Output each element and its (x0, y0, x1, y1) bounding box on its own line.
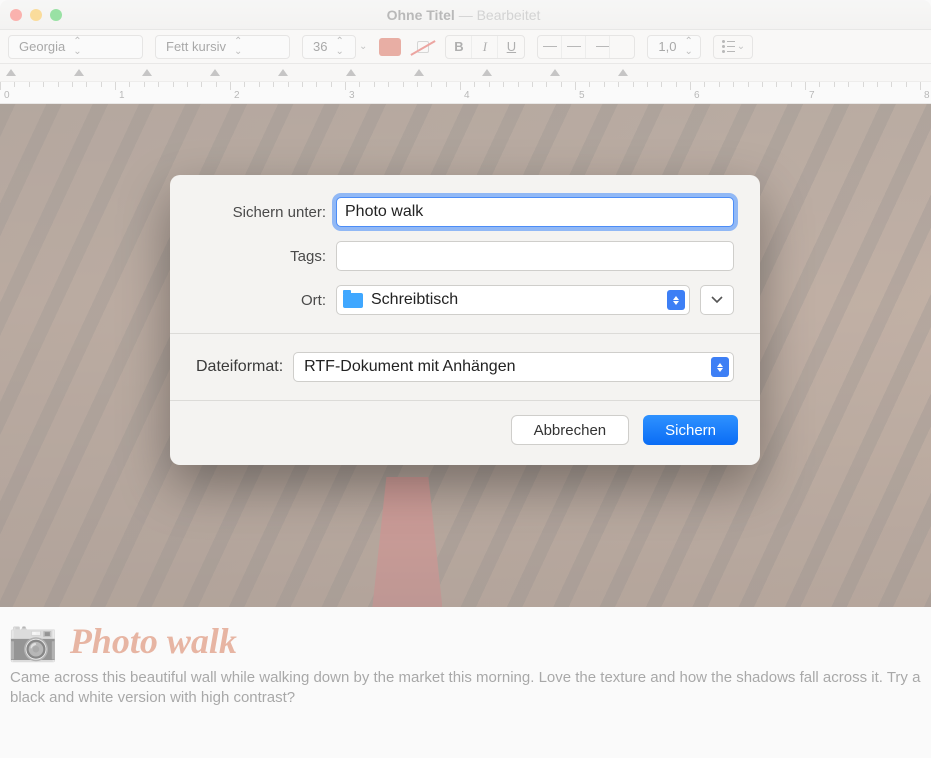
tags-input[interactable] (336, 241, 734, 271)
file-format-label: Dateiformat: (196, 358, 283, 376)
save-button[interactable]: Sichern (643, 415, 738, 445)
location-select[interactable]: Schreibtisch (336, 285, 690, 315)
chevron-down-icon (711, 296, 723, 304)
save-dialog: Sichern unter: Tags: Ort: Schreibtisch D… (170, 175, 760, 465)
expand-dialog-button[interactable] (700, 285, 734, 315)
location-label: Ort: (196, 292, 326, 309)
folder-icon (343, 293, 363, 308)
tags-label: Tags: (196, 248, 326, 265)
file-format-select[interactable]: RTF-Dokument mit Anhängen (293, 352, 734, 382)
popup-chevrons-icon (711, 357, 729, 377)
save-as-label: Sichern unter: (196, 204, 326, 221)
popup-chevrons-icon (667, 290, 685, 310)
file-format-value: RTF-Dokument mit Anhängen (304, 358, 515, 376)
save-as-input[interactable] (336, 197, 734, 227)
location-value: Schreibtisch (371, 291, 458, 309)
cancel-button[interactable]: Abbrechen (511, 415, 630, 445)
